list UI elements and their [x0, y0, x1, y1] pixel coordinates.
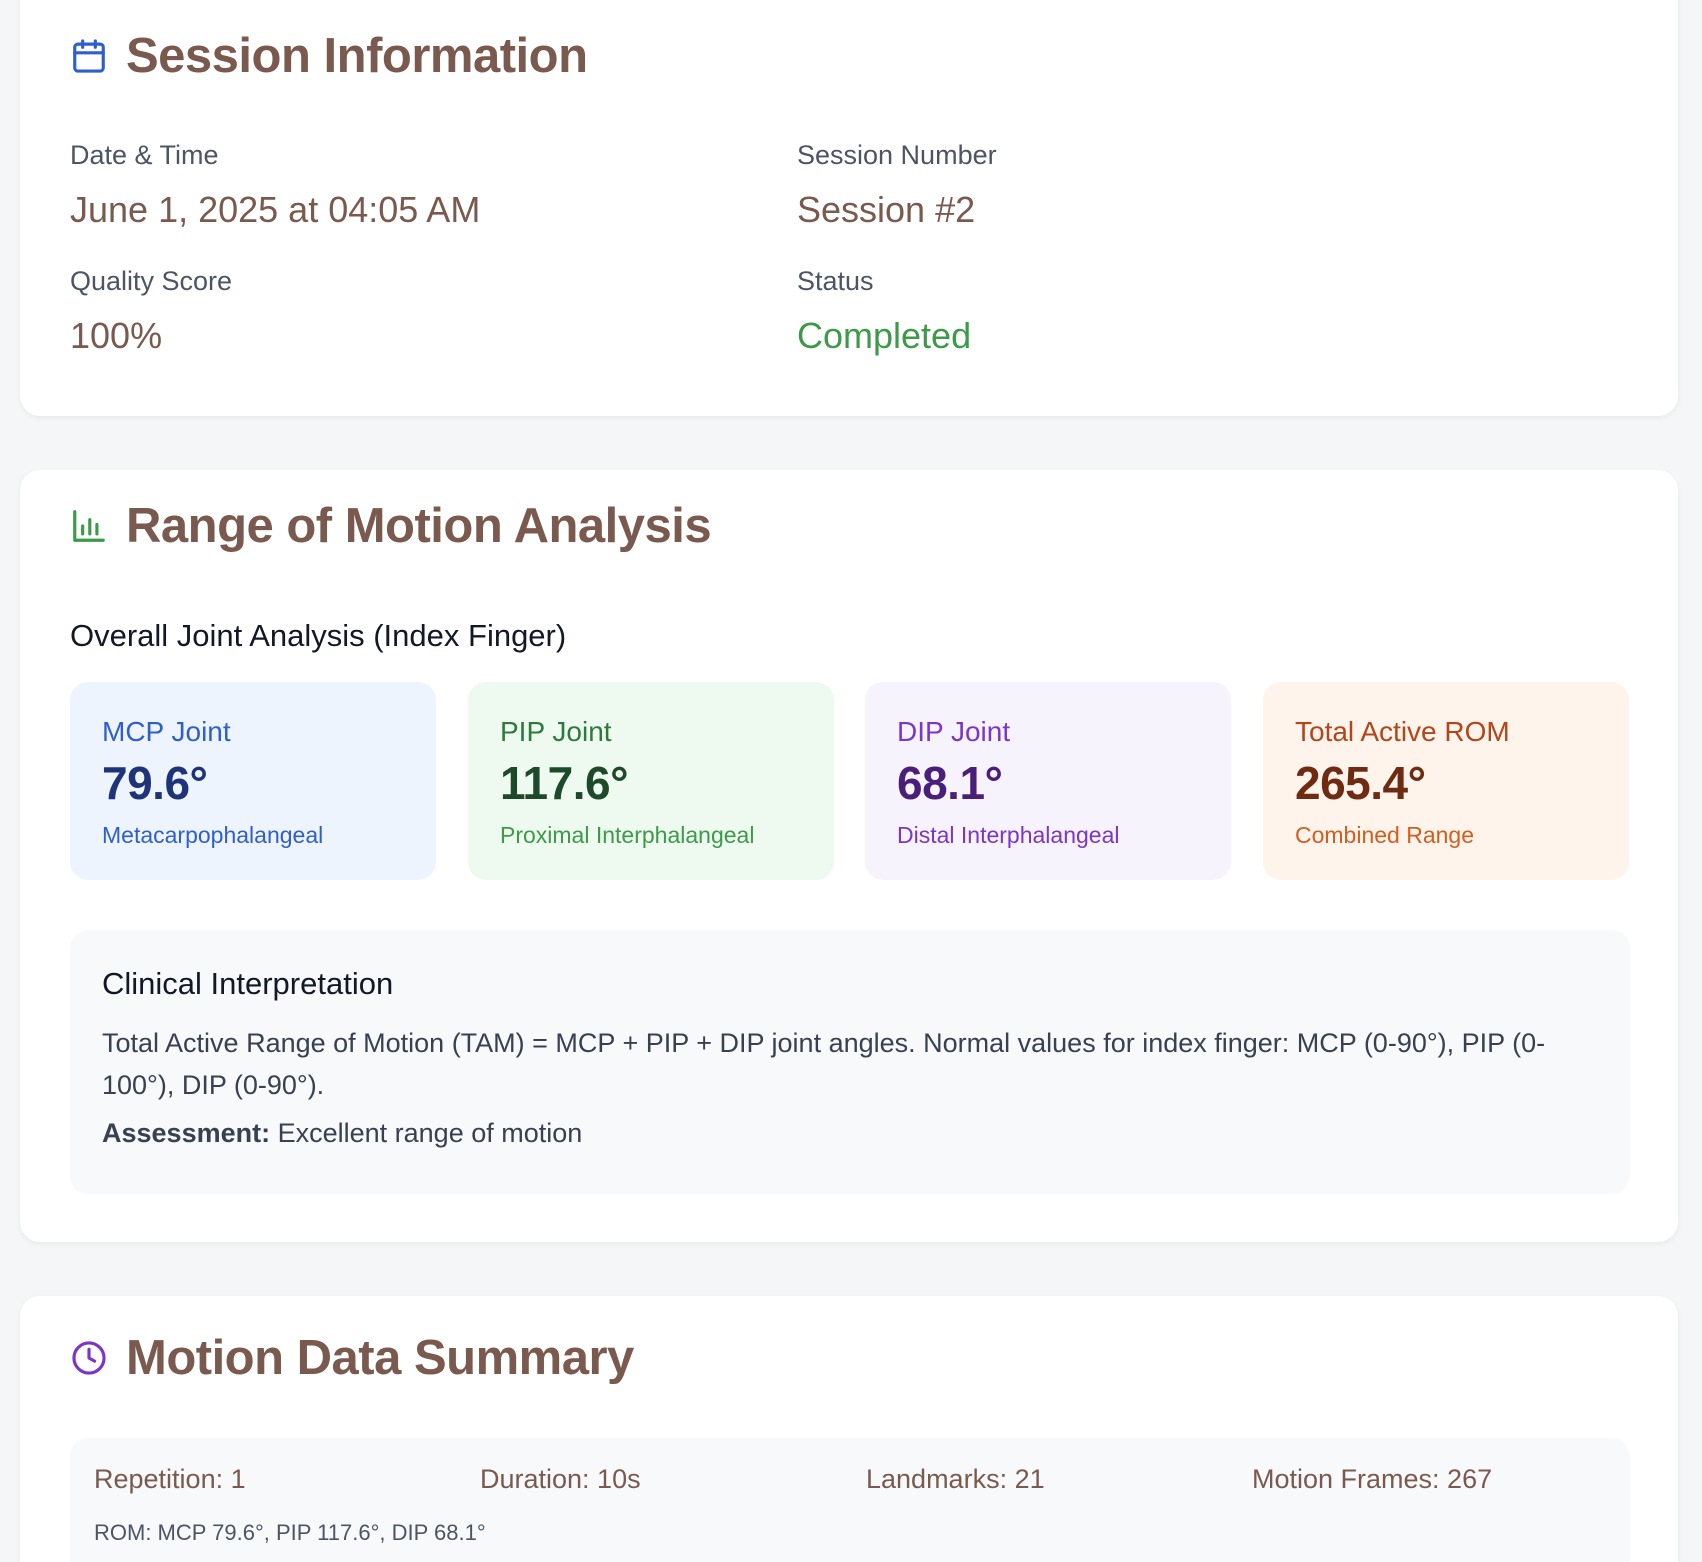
- status-field: Status Completed: [797, 266, 971, 357]
- calendar-icon: [70, 37, 108, 75]
- motion-data-summary-card: Motion Data Summary Repetition: 1 Durati…: [20, 1296, 1678, 1562]
- assessment-value: Excellent range of motion: [277, 1118, 583, 1148]
- motion-frames-stat: Motion Frames: 267: [1252, 1464, 1493, 1494]
- page: Session Information Date & Time June 1, …: [0, 0, 1702, 1562]
- section-title-text: Session Information: [126, 29, 588, 83]
- date-time-value: June 1, 2025 at 04:05 AM: [70, 189, 481, 230]
- clinical-interpretation-title: Clinical Interpretation: [102, 966, 394, 1001]
- section-title-text: Motion Data Summary: [126, 1331, 634, 1385]
- assessment-label: Assessment:: [102, 1118, 271, 1148]
- joint-description: Combined Range: [1295, 822, 1475, 848]
- session-information-heading: Session Information: [70, 28, 588, 84]
- joint-value: 79.6°: [102, 757, 208, 809]
- date-time-field: Date & Time June 1, 2025 at 04:05 AM: [70, 140, 480, 231]
- joint-value: 68.1°: [897, 757, 1003, 809]
- session-number-field: Session Number Session #2: [797, 140, 997, 231]
- quality-score-field: Quality Score 100%: [70, 266, 232, 357]
- motion-data-summary-heading: Motion Data Summary: [70, 1330, 634, 1386]
- joint-value: 117.6°: [500, 757, 628, 809]
- session-information-card: Session Information Date & Time June 1, …: [20, 0, 1678, 416]
- joint-analysis-subtitle: Overall Joint Analysis (Index Finger): [70, 618, 567, 653]
- bar-chart-icon: [70, 507, 108, 545]
- section-title-text: Range of Motion Analysis: [126, 499, 712, 553]
- joint-description: Distal Interphalangeal: [897, 822, 1120, 848]
- joint-description: Metacarpophalangeal: [102, 822, 324, 848]
- date-time-label: Date & Time: [70, 140, 219, 170]
- joint-name: DIP Joint: [897, 716, 1011, 747]
- range-of-motion-heading: Range of Motion Analysis: [70, 498, 712, 554]
- joint-name: MCP Joint: [102, 716, 231, 747]
- joint-value: 265.4°: [1295, 757, 1426, 809]
- session-number-value: Session #2: [797, 189, 976, 230]
- joint-name: PIP Joint: [500, 716, 612, 747]
- assessment-line: Assessment: Excellent range of motion: [102, 1118, 1598, 1149]
- total-active-rom-card: Total Active ROM 265.4° Combined Range: [1263, 682, 1629, 880]
- range-of-motion-card: Range of Motion Analysis Overall Joint A…: [20, 470, 1678, 1242]
- rom-summary-line: ROM: MCP 79.6°, PIP 117.6°, DIP 68.1°: [94, 1520, 486, 1545]
- dip-joint-card: DIP Joint 68.1° Distal Interphalangeal: [865, 682, 1231, 880]
- duration-stat: Duration: 10s: [480, 1464, 641, 1494]
- motion-summary-box: Repetition: 1 Duration: 10s Landmarks: 2…: [70, 1438, 1630, 1562]
- pip-joint-card: PIP Joint 117.6° Proximal Interphalangea…: [468, 682, 834, 880]
- clock-icon: [70, 1339, 108, 1377]
- joint-description: Proximal Interphalangeal: [500, 822, 755, 848]
- repetition-stat: Repetition: 1: [94, 1464, 246, 1494]
- mcp-joint-card: MCP Joint 79.6° Metacarpophalangeal: [70, 682, 436, 880]
- landmarks-stat: Landmarks: 21: [866, 1464, 1045, 1494]
- joint-name: Total Active ROM: [1295, 716, 1510, 747]
- status-value: Completed: [797, 315, 972, 356]
- clinical-interpretation-text: Total Active Range of Motion (TAM) = MCP…: [102, 1028, 1546, 1100]
- quality-score-value: 100%: [70, 315, 163, 356]
- session-number-label: Session Number: [797, 140, 997, 170]
- clinical-interpretation-box: Clinical Interpretation Total Active Ran…: [70, 930, 1630, 1194]
- status-label: Status: [797, 266, 874, 296]
- quality-score-label: Quality Score: [70, 266, 233, 296]
